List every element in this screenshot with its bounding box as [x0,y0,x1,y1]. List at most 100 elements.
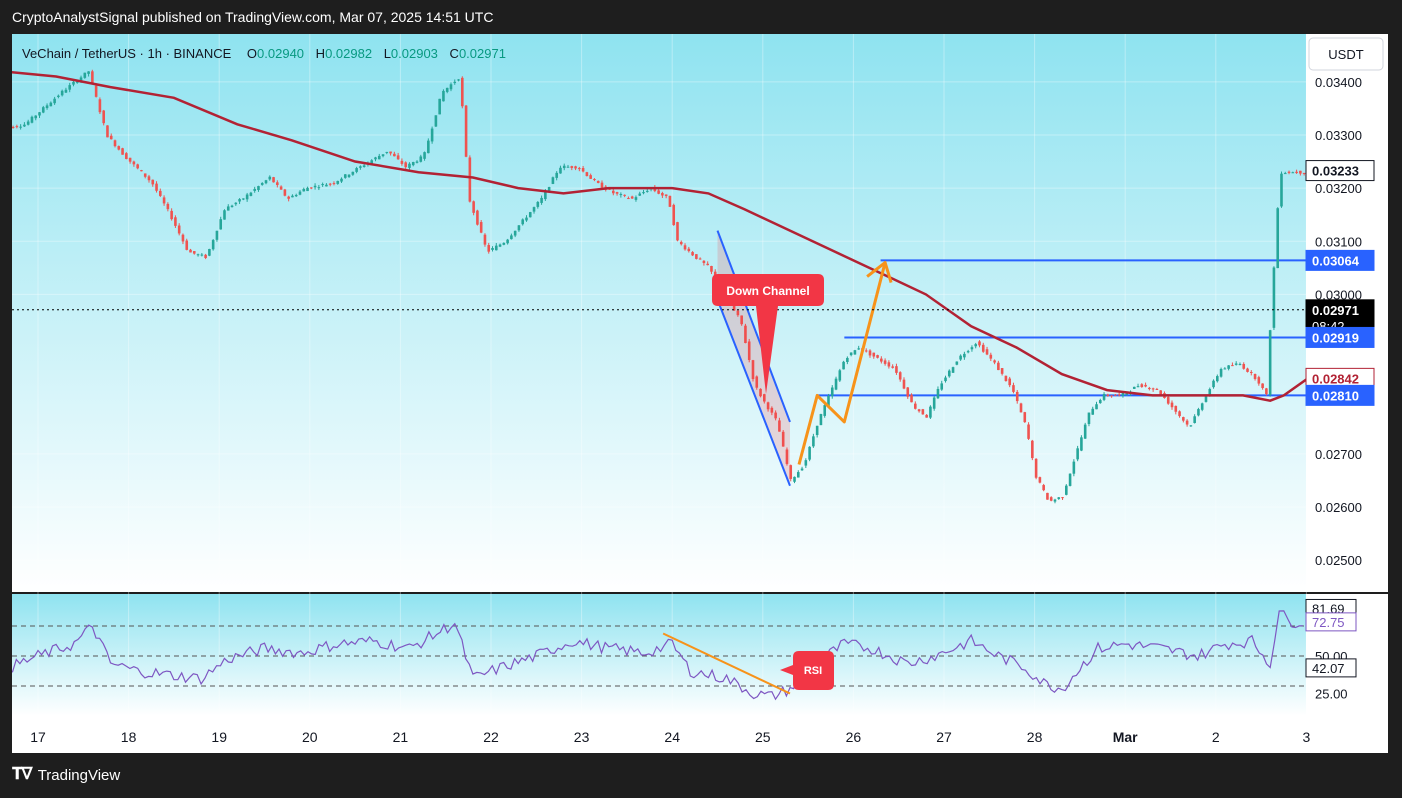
candle [434,115,438,127]
candle [106,125,109,138]
price-tick-label: 0.02700 [1315,447,1362,462]
rsi-tick-label: 25.00 [1315,687,1348,702]
price-tag: 0.03064 [1305,249,1375,271]
symbol-name: VeChain / TetherUS · 1h · BINANCE [22,46,232,61]
candle [668,195,672,207]
candle [1019,402,1023,413]
price-tick-label: 0.03400 [1315,75,1362,90]
price-tick-label: 0.03100 [1315,234,1362,249]
candle [1027,422,1030,440]
candle [842,360,845,370]
candle [1031,439,1034,461]
candle [121,147,124,155]
rsi-callout-label: RSI [804,665,822,677]
price-tick-label: 0.02600 [1315,500,1362,515]
rsi-tag: 42.07 [1305,658,1357,678]
candle [1023,411,1027,423]
candle [102,109,105,126]
brand-name: TradingView [37,766,121,784]
candle [695,254,698,260]
rsi-pane-background [12,594,1306,716]
candle [438,98,441,115]
rsi-tag-value: 42.07 [1312,661,1345,676]
candle [676,221,679,242]
candle [1034,458,1038,480]
candle [955,361,959,366]
price-tag: 0.03233 [1305,160,1375,182]
time-tick-label: 20 [302,729,318,745]
candle [98,97,102,115]
candle [1268,329,1272,397]
time-tick-label: 18 [121,729,137,745]
candle [125,152,128,160]
candle [921,408,925,415]
candle [1065,484,1068,496]
time-tick-label: 17 [30,729,46,745]
candle [461,76,464,109]
open-value: 0.02940 [257,46,304,61]
candle [834,376,838,391]
candle [853,349,857,355]
close-value: 0.02971 [459,46,506,61]
high-value: 0.02982 [325,46,372,61]
time-tick-label: 24 [664,729,680,745]
price-tag-value: 0.03233 [1312,164,1359,179]
time-tick-label: 21 [393,729,409,745]
candle [1038,476,1042,484]
candle [1219,367,1223,378]
candle [442,89,445,102]
candle [1197,407,1200,417]
price-tag-value: 0.02919 [1312,330,1359,345]
price-tag-value: 0.03064 [1312,253,1360,268]
candle [1272,266,1276,330]
chart-frame[interactable]: 0.03400 0.03300 0.03200 0.03100 0.03000 0.027… [12,34,1388,753]
tradingview-logo-icon: 𝐓∇ [12,766,33,783]
time-tick-label: 22 [483,729,499,745]
candle [427,138,430,154]
price-tag-value: 0.02971 [1312,303,1359,318]
candle [808,446,811,462]
tradingview-brand[interactable]: 𝐓∇ TradingView [12,766,120,784]
time-tick-label: 28 [1027,729,1043,745]
time-axis-ticks: 17 18 19 20 21 22 23 24 25 26 27 28 Mar 2 3 [30,729,1310,745]
candle [1080,435,1083,452]
candle [932,395,936,411]
price-pane-background [12,34,1306,592]
price-tag-value: 0.02842 [1312,371,1359,386]
time-tick-label: 23 [574,729,590,745]
ohlc-legend: VeChain / TetherUS · 1h · BINANCE O0.029… [22,46,506,61]
time-tick-label: 3 [1303,729,1311,745]
candle [140,169,143,172]
candle [672,203,676,226]
down-channel-label: Down Channel [726,284,809,298]
price-tick-label: 0.03200 [1315,181,1362,196]
candle [476,209,479,226]
candle [819,413,823,426]
candle [430,126,434,144]
price-tag: 0.02919 [1305,326,1375,348]
candle [223,209,226,220]
currency-button[interactable]: USDT [1308,37,1384,71]
candle [1046,492,1049,500]
candle [1004,375,1008,382]
time-tick-label: 2 [1212,729,1220,745]
candle [208,248,211,257]
rsi-tag-value: 72.75 [1312,615,1345,630]
candlestick-chart[interactable]: 0.034000.033000.032000.031000.030000.027… [12,34,1388,753]
candle [528,211,532,218]
time-tick-label: Mar [1113,729,1138,745]
candle [464,104,468,158]
candle [1072,459,1076,477]
low-value: 0.02903 [391,46,438,61]
time-tick-label: 25 [755,729,771,745]
time-tick-label: 19 [211,729,227,745]
candle [272,176,275,183]
price-tick-label: 0.03300 [1315,128,1362,143]
candle [551,176,555,185]
candle [211,238,215,251]
time-tick-label: 27 [936,729,952,745]
price-tick-label: 0.02500 [1315,553,1362,568]
candle [1280,171,1283,208]
rsi-tag: 72.75 [1305,612,1357,632]
currency-label: USDT [1328,47,1363,62]
